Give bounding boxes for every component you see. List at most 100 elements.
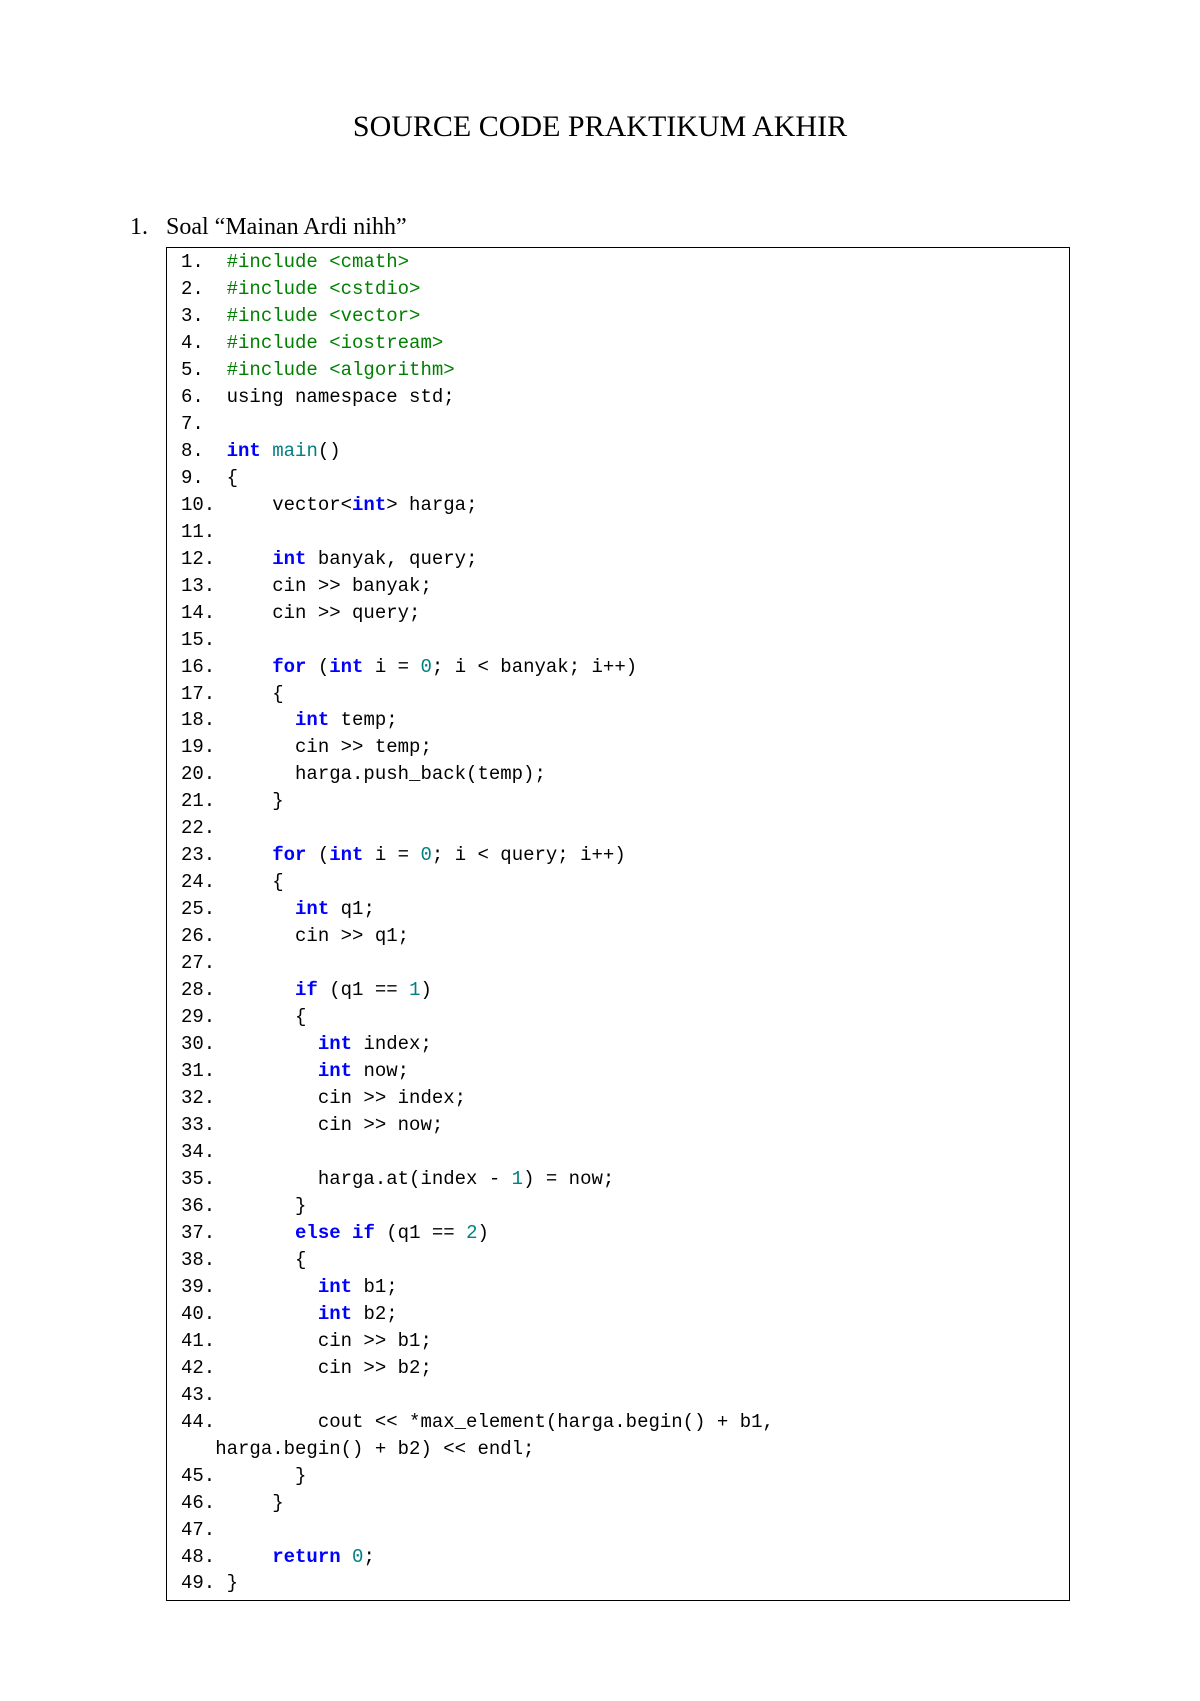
code-line: 49. } (181, 1570, 1055, 1597)
line-number: 12. (181, 548, 227, 570)
code-token: vector< (227, 494, 352, 516)
line-number: 23. (181, 844, 227, 866)
line-number: 2. (181, 278, 227, 300)
line-number: 37. (181, 1222, 227, 1244)
line-number: 13. (181, 575, 227, 597)
code-line: 10. vector<int> harga; (181, 492, 1055, 519)
code-token: now; (352, 1060, 409, 1082)
line-number: 22. (181, 817, 227, 839)
code-token: if (295, 979, 318, 1001)
code-token (227, 1546, 273, 1568)
code-token: ; i < query; i++) (432, 844, 626, 866)
line-number: 44. (181, 1411, 227, 1433)
code-token (227, 1303, 318, 1325)
code-token: banyak, query; (306, 548, 477, 570)
line-number: 16. (181, 656, 227, 678)
code-token: cin >> query; (227, 602, 421, 624)
code-token: 0 (352, 1546, 363, 1568)
code-token: i = (363, 844, 420, 866)
code-token (261, 440, 272, 462)
code-token: 1 (409, 979, 420, 1001)
line-number: 45. (181, 1465, 227, 1487)
code-token: { (227, 871, 284, 893)
code-token (227, 1276, 318, 1298)
line-number: 6. (181, 386, 227, 408)
code-token: for (272, 844, 306, 866)
code-line: 14. cin >> query; (181, 600, 1055, 627)
line-number: 1. (181, 251, 227, 273)
code-token: int (318, 1060, 352, 1082)
code-token: temp; (329, 709, 397, 731)
code-line: 44. cout << *max_element(harga.begin() +… (181, 1409, 1055, 1436)
code-line: 15. (181, 627, 1055, 654)
code-token: else if (295, 1222, 375, 1244)
code-line: 6. using namespace std; (181, 384, 1055, 411)
line-number: 20. (181, 763, 227, 785)
code-token: ; (363, 1546, 374, 1568)
code-token (227, 1033, 318, 1055)
code-line: 7. (181, 411, 1055, 438)
code-token: int (318, 1276, 352, 1298)
code-line: 38. { (181, 1247, 1055, 1274)
code-block: 1. #include <cmath>2. #include <cstdio>3… (166, 247, 1070, 1601)
code-line: 24. { (181, 869, 1055, 896)
code-line: 45. } (181, 1463, 1055, 1490)
code-line: 27. (181, 950, 1055, 977)
line-number: 14. (181, 602, 227, 624)
code-token: } (227, 1492, 284, 1514)
code-token: 0 (420, 656, 431, 678)
code-line: 13. cin >> banyak; (181, 573, 1055, 600)
line-number: 17. (181, 683, 227, 705)
code-token: int (329, 844, 363, 866)
code-token: { (227, 1249, 307, 1271)
code-token: cin >> banyak; (227, 575, 432, 597)
code-line: 29. { (181, 1004, 1055, 1031)
code-token: main (272, 440, 318, 462)
code-token: #include <cstdio> (227, 278, 421, 300)
code-token: ) (420, 979, 431, 1001)
code-token: int (295, 709, 329, 731)
code-token (227, 548, 273, 570)
line-number: 47. (181, 1519, 227, 1541)
code-token: int (227, 440, 261, 462)
code-line: 8. int main() (181, 438, 1055, 465)
code-line: 5. #include <algorithm> (181, 357, 1055, 384)
line-number: 39. (181, 1276, 227, 1298)
code-line: 2. #include <cstdio> (181, 276, 1055, 303)
line-number: 8. (181, 440, 227, 462)
section-label: Soal “Mainan Ardi nihh” (166, 214, 407, 241)
code-token: { (227, 1006, 307, 1028)
code-token: cin >> index; (227, 1087, 466, 1109)
code-token (227, 656, 273, 678)
code-line: 11. (181, 519, 1055, 546)
code-line: 30. int index; (181, 1031, 1055, 1058)
code-line: 28. if (q1 == 1) (181, 977, 1055, 1004)
code-token (227, 898, 295, 920)
code-token: #include <algorithm> (227, 359, 455, 381)
line-number: 42. (181, 1357, 227, 1379)
code-line: 3. #include <vector> (181, 303, 1055, 330)
code-line: 25. int q1; (181, 896, 1055, 923)
code-line: 23. for (int i = 0; i < query; i++) (181, 842, 1055, 869)
code-token: #include <cmath> (227, 251, 409, 273)
code-token (227, 979, 295, 1001)
code-line: 12. int banyak, query; (181, 546, 1055, 573)
line-number: 3. (181, 305, 227, 327)
code-token: harga.begin() + b2) << endl; (192, 1438, 534, 1460)
code-token: #include <vector> (227, 305, 421, 327)
document-page: SOURCE CODE PRAKTIKUM AKHIR 1. Soal “Mai… (0, 0, 1200, 1701)
code-line: harga.begin() + b2) << endl; (181, 1436, 1055, 1463)
code-line: 33. cin >> now; (181, 1112, 1055, 1139)
code-token: using namespace std; (227, 386, 455, 408)
code-line: 43. (181, 1382, 1055, 1409)
page-title: SOURCE CODE PRAKTIKUM AKHIR (130, 110, 1070, 144)
code-line: 20. harga.push_back(temp); (181, 761, 1055, 788)
code-token: } (227, 1572, 238, 1594)
code-token: int (295, 898, 329, 920)
code-line: 47. (181, 1517, 1055, 1544)
code-token: () (318, 440, 341, 462)
code-token: harga.at(index - (227, 1168, 512, 1190)
code-line: 16. for (int i = 0; i < banyak; i++) (181, 654, 1055, 681)
line-number: 18. (181, 709, 227, 731)
code-token: 0 (420, 844, 431, 866)
